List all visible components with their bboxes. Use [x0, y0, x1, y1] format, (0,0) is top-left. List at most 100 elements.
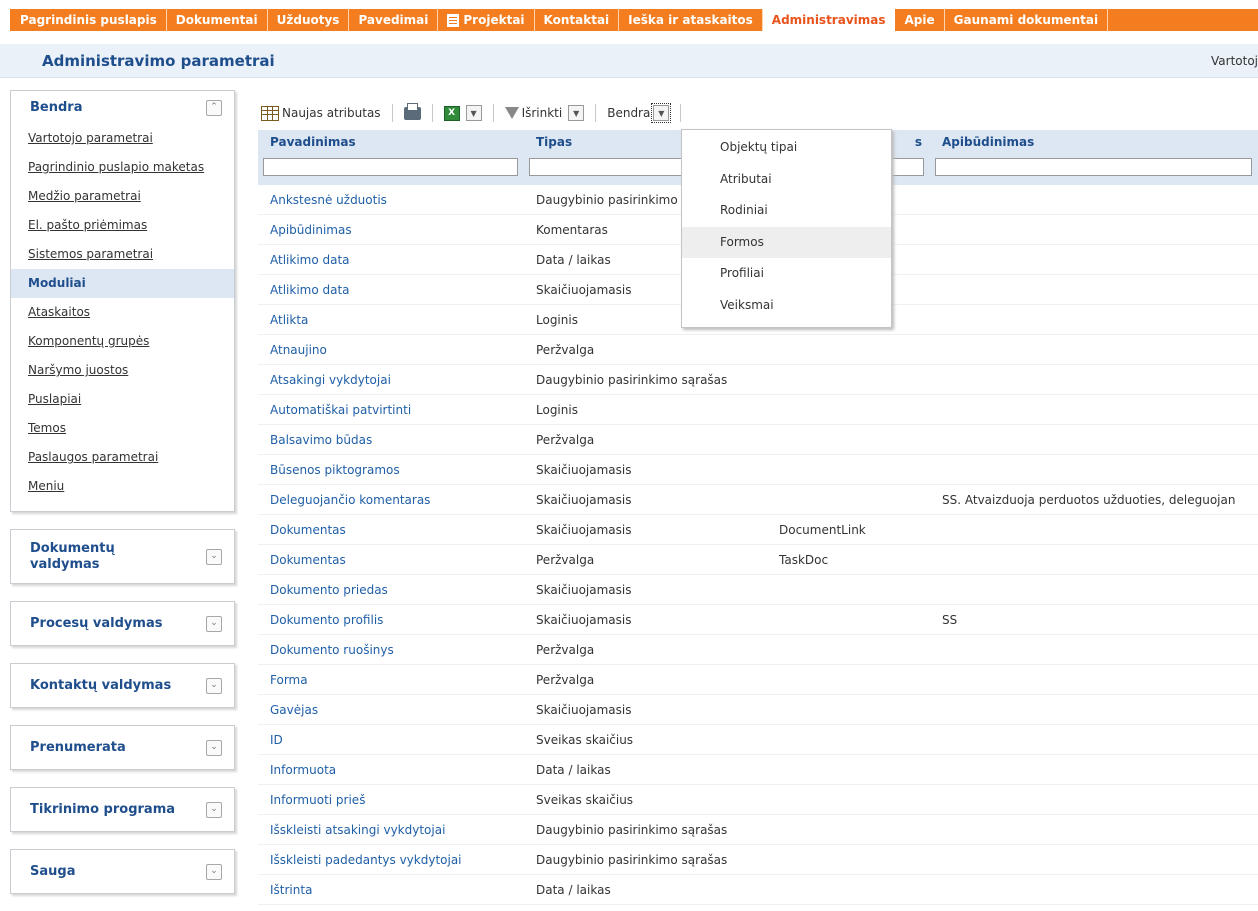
- attribute-name-link[interactable]: Dokumento priedas: [258, 575, 524, 605]
- nav-item[interactable]: Dokumentai: [167, 9, 268, 31]
- sidebar-link[interactable]: Komponentų grupės: [11, 327, 234, 356]
- table-row[interactable]: Forma Peržvalga: [258, 665, 1258, 695]
- table-row[interactable]: Atnaujino Peržvalga: [258, 335, 1258, 365]
- export-excel-button[interactable]: X: [441, 105, 463, 121]
- sidebar-link[interactable]: El. pašto priėmimas: [11, 211, 234, 240]
- sidebar-link[interactable]: Naršymo juostos: [11, 356, 234, 385]
- new-attribute-button[interactable]: Naujas atributas: [258, 105, 384, 121]
- attribute-name-link[interactable]: Išskleisti atsakingi vykdytojai: [258, 815, 524, 845]
- expand-icon[interactable]: ⌄: [206, 677, 222, 694]
- table-row[interactable]: Balsavimo būdas Peržvalga: [258, 425, 1258, 455]
- sidebar-link[interactable]: Ataskaitos: [11, 298, 234, 327]
- page-title: Administravimo parametrai: [42, 52, 275, 70]
- table-row[interactable]: Automatiškai patvirtinti Loginis: [258, 395, 1258, 425]
- attribute-name-link[interactable]: Automatiškai patvirtinti: [258, 395, 524, 425]
- menu-item[interactable]: Objektų tipai: [682, 132, 891, 164]
- sidebar-link[interactable]: Moduliai: [11, 269, 234, 298]
- attribute-name-link[interactable]: Ankstesnė užduotis: [258, 185, 524, 215]
- table-row[interactable]: Informuoti prieš Sveikas skaičius: [258, 785, 1258, 815]
- panel-bendra-header[interactable]: Bendra ⌃: [11, 91, 234, 124]
- sidebar-link[interactable]: Sistemos parametrai: [11, 240, 234, 269]
- attribute-name-link[interactable]: Apibūdinimas: [258, 215, 524, 245]
- attribute-name-link[interactable]: Atnaujino: [258, 335, 524, 365]
- menu-item[interactable]: Veiksmai: [682, 290, 891, 322]
- attribute-name-link[interactable]: Informuoti prieš: [258, 785, 524, 815]
- attribute-name-link[interactable]: Dokumento profilis: [258, 605, 524, 635]
- filter-dropdown[interactable]: ▼: [565, 105, 587, 121]
- table-row[interactable]: Dokumento profilis Skaičiuojamasis SS: [258, 605, 1258, 635]
- table-row[interactable]: Būsenos piktogramos Skaičiuojamasis: [258, 455, 1258, 485]
- table-row[interactable]: Dokumentas Skaičiuojamasis DocumentLink: [258, 515, 1258, 545]
- attribute-name-link[interactable]: Forma: [258, 665, 524, 695]
- attribute-name-link[interactable]: Deleguojančio komentaras: [258, 485, 524, 515]
- table-cell: [930, 335, 1258, 365]
- sidebar-panel-header[interactable]: Procesų valdymas ⌄: [11, 602, 234, 645]
- menu-item[interactable]: Formos: [682, 226, 891, 258]
- attribute-name-link[interactable]: Ištrinta: [258, 875, 524, 905]
- attribute-name-link[interactable]: Dokumento ruošinys: [258, 635, 524, 665]
- export-dropdown[interactable]: ▼: [463, 105, 485, 121]
- column-header-name[interactable]: Pavadinimas: [258, 130, 524, 150]
- expand-icon[interactable]: ⌄: [206, 739, 222, 756]
- attribute-name-link[interactable]: ID: [258, 725, 524, 755]
- table-row[interactable]: Išskleisti atsakingi vykdytojai Daugybini…: [258, 815, 1258, 845]
- expand-icon[interactable]: ⌄: [206, 863, 222, 880]
- table-row[interactable]: Išskleisti padedantys vykdytojai Daugybin…: [258, 845, 1258, 875]
- menu-item[interactable]: Rodiniai: [682, 195, 891, 227]
- table-row[interactable]: Gavėjas Skaičiuojamasis: [258, 695, 1258, 725]
- attribute-name-link[interactable]: Dokumentas: [258, 545, 524, 575]
- sidebar-link[interactable]: Vartotojo parametrai: [11, 124, 234, 153]
- table-row[interactable]: Dokumento ruošinys Peržvalga: [258, 635, 1258, 665]
- filter-button[interactable]: Išrinkti: [502, 106, 566, 120]
- nav-item[interactable]: Apie: [896, 9, 945, 31]
- sidebar-panel-header[interactable]: Prenumerata ⌄: [11, 726, 234, 769]
- attribute-name-link[interactable]: Atlikimo data: [258, 275, 524, 305]
- sidebar-link[interactable]: Medžio parametrai: [11, 182, 234, 211]
- table-row[interactable]: Ištrinta Data / laikas: [258, 875, 1258, 905]
- table-row[interactable]: Informuota Data / laikas: [258, 755, 1258, 785]
- sidebar-link[interactable]: Paslaugos parametrai: [11, 443, 234, 472]
- sidebar-panel-header[interactable]: Tikrinimo programa ⌄: [11, 788, 234, 831]
- nav-item[interactable]: Pavedimai: [349, 9, 439, 31]
- nav-item[interactable]: Gaunami dokumentai: [945, 9, 1109, 31]
- sidebar-link[interactable]: Pagrindinio puslapio maketas: [11, 153, 234, 182]
- user-label[interactable]: Vartotoj: [1211, 54, 1258, 68]
- sidebar-link[interactable]: Temos: [11, 414, 234, 443]
- sidebar-panel-header[interactable]: Dokumentų valdymas ⌄: [11, 530, 234, 583]
- nav-item[interactable]: Užduotys: [268, 9, 350, 31]
- sidebar-link[interactable]: Meniu: [11, 472, 234, 501]
- column-header-description[interactable]: Apibūdinimas: [930, 130, 1258, 150]
- nav-item[interactable]: Kontaktai: [535, 9, 620, 31]
- menu-item[interactable]: Profiliai: [682, 258, 891, 290]
- attribute-name-link[interactable]: Atsakingi vykdytojai: [258, 365, 524, 395]
- nav-item[interactable]: Projektai: [438, 9, 535, 31]
- table-row[interactable]: Deleguojančio komentaras Skaičiuojamasis S…: [258, 485, 1258, 515]
- attribute-name-link[interactable]: Gavėjas: [258, 695, 524, 725]
- attribute-name-link[interactable]: Būsenos piktogramos: [258, 455, 524, 485]
- table-row[interactable]: Atsakingi vykdytojai Daugybinio pasirinki…: [258, 365, 1258, 395]
- expand-icon[interactable]: ⌄: [206, 801, 222, 818]
- nav-item[interactable]: Pagrindinis puslapis: [10, 9, 167, 31]
- sidebar-panel-header[interactable]: Sauga ⌄: [11, 850, 234, 893]
- bendra-menu-button[interactable]: Bendra ▼: [604, 103, 672, 123]
- print-button[interactable]: [401, 102, 424, 120]
- expand-icon[interactable]: ⌄: [206, 615, 222, 632]
- collapse-icon[interactable]: ⌃: [206, 99, 222, 116]
- nav-item[interactable]: Administravimas: [762, 9, 896, 31]
- table-row[interactable]: Dokumentas Peržvalga TaskDoc: [258, 545, 1258, 575]
- expand-icon[interactable]: ⌄: [206, 548, 222, 565]
- attribute-name-link[interactable]: Informuota: [258, 755, 524, 785]
- menu-item[interactable]: Atributai: [682, 164, 891, 196]
- sidebar-panel-header[interactable]: Kontaktų valdymas ⌄: [11, 664, 234, 707]
- sidebar-link[interactable]: Puslapiai: [11, 385, 234, 414]
- table-row[interactable]: Dokumento priedas Skaičiuojamasis: [258, 575, 1258, 605]
- attribute-name-link[interactable]: Balsavimo būdas: [258, 425, 524, 455]
- filter-name-input[interactable]: [263, 157, 518, 176]
- nav-item[interactable]: Ieška ir ataskaitos: [619, 9, 763, 31]
- attribute-name-link[interactable]: Išskleisti padedantys vykdytojai: [258, 845, 524, 875]
- table-row[interactable]: ID Sveikas skaičius: [258, 725, 1258, 755]
- attribute-name-link[interactable]: Atlikta: [258, 305, 524, 335]
- attribute-name-link[interactable]: Dokumentas: [258, 515, 524, 545]
- attribute-name-link[interactable]: Atlikimo data: [258, 245, 524, 275]
- filter-description-input[interactable]: [935, 157, 1252, 176]
